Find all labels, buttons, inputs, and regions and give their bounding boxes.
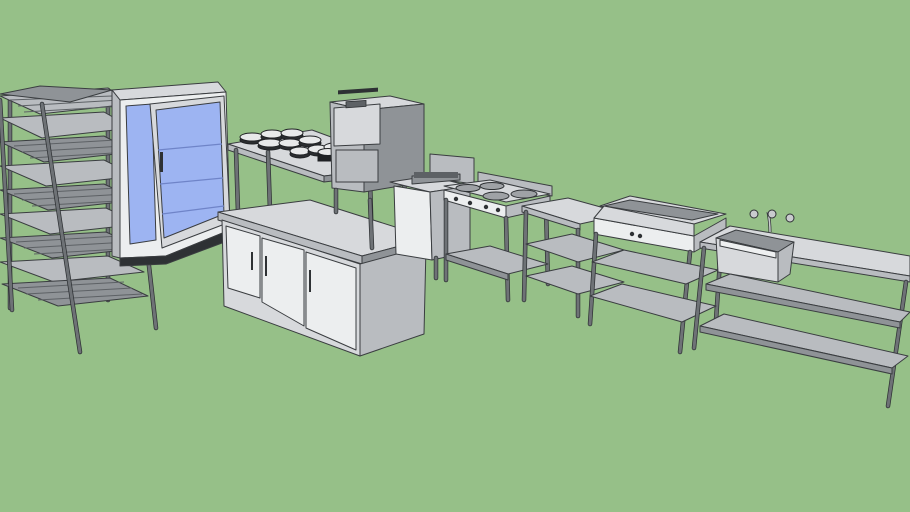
scene-canvas: .ol { stroke: #3a3d40; stroke-width: 1; …: [0, 81, 910, 409]
sink-table: [691, 209, 910, 409]
kitchen-equipment-3d-scene: .ol { stroke: #3a3d40; stroke-width: 1; …: [0, 0, 910, 512]
glass-door-refrigerator: [111, 81, 231, 267]
faucet: [749, 209, 795, 233]
